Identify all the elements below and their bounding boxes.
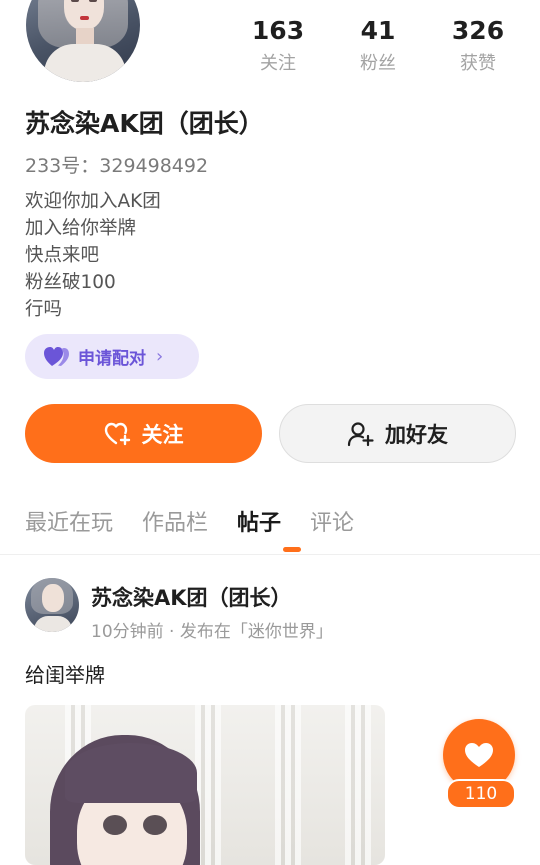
- follow-button[interactable]: 关注: [25, 404, 262, 463]
- tab-recently-played[interactable]: 最近在玩: [25, 505, 113, 537]
- stat-likes-label: 获赞: [460, 53, 496, 74]
- stat-likes-value: 326: [451, 16, 505, 45]
- profile-bio: 欢迎你加入AK团 加入给你举牌 快点来吧 粉丝破100 行吗: [25, 188, 161, 323]
- stat-following-value: 163: [251, 16, 305, 45]
- post-image[interactable]: [25, 705, 385, 865]
- double-heart-icon: [44, 346, 69, 366]
- profile-name: 苏念染AK团（团长）: [25, 109, 264, 138]
- bio-line: 加入给你举牌: [25, 218, 137, 239]
- post-author-avatar[interactable]: [25, 578, 79, 632]
- active-tab-indicator: [283, 547, 301, 552]
- profile-stats: 163 关注 41 粉丝 326 获赞: [228, 14, 528, 75]
- bio-line: 行吗: [25, 299, 63, 320]
- apply-pair-label: 申请配对: [78, 349, 146, 369]
- add-friend-label: 加好友: [385, 422, 448, 447]
- bio-line: 粉丝破100: [25, 272, 116, 293]
- apply-pair-button[interactable]: 申请配对 ›: [25, 334, 199, 379]
- add-person-icon: [347, 421, 374, 446]
- post-author-name[interactable]: 苏念染AK团（团长）: [91, 582, 292, 612]
- follow-label: 关注: [141, 422, 184, 447]
- stat-following-label: 关注: [260, 53, 296, 74]
- profile-tabs: 最近在玩 作品栏 帖子 评论: [25, 505, 383, 537]
- bio-line: 欢迎你加入AK团: [25, 191, 161, 212]
- add-friend-button[interactable]: 加好友: [279, 404, 516, 463]
- like-count: 110: [446, 779, 516, 809]
- tab-works[interactable]: 作品栏: [142, 505, 208, 537]
- stat-fans[interactable]: 41 粉丝: [328, 14, 428, 75]
- stat-likes[interactable]: 326 获赞: [428, 14, 528, 75]
- post-meta: 10分钟前 · 发布在「迷你世界」: [91, 622, 333, 642]
- tab-posts[interactable]: 帖子: [237, 505, 281, 537]
- stat-following[interactable]: 163 关注: [228, 14, 328, 75]
- stat-fans-label: 粉丝: [360, 53, 396, 74]
- profile-avatar[interactable]: [26, 0, 140, 82]
- profile-id: 233号：329498492: [25, 155, 209, 177]
- tab-comments[interactable]: 评论: [310, 505, 354, 537]
- bio-line: 快点来吧: [25, 245, 100, 266]
- post-text: 给闺举牌: [25, 663, 105, 687]
- stat-fans-value: 41: [360, 16, 396, 45]
- heart-plus-icon: [104, 422, 130, 445]
- heart-icon: [465, 743, 493, 767]
- divider: [0, 554, 540, 555]
- chevron-right-icon: ›: [156, 346, 164, 367]
